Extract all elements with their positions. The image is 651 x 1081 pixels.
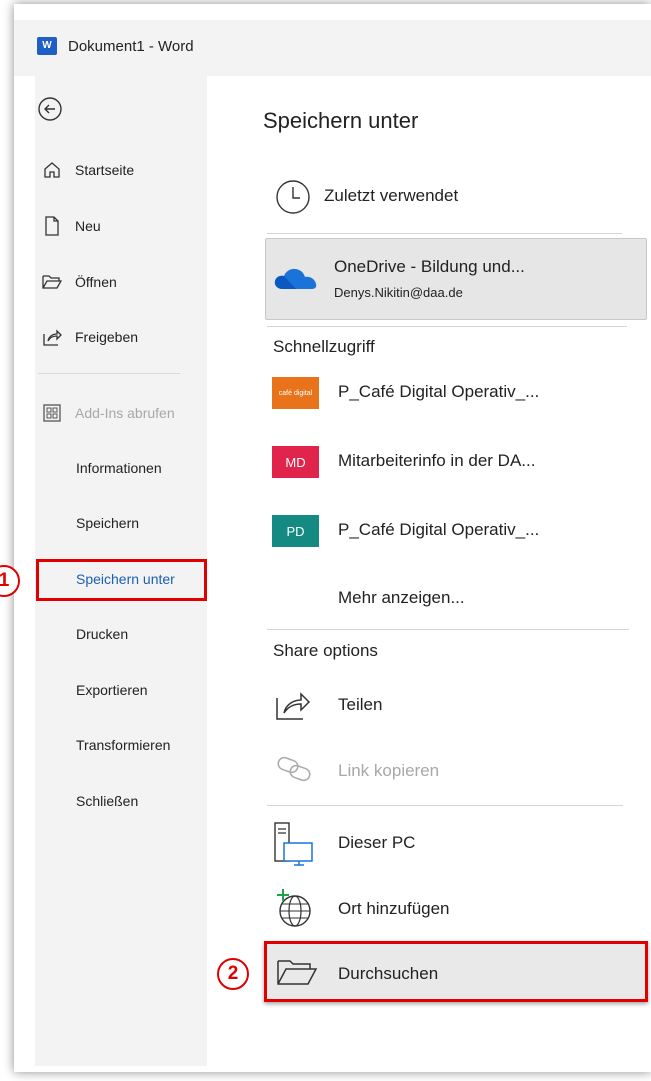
onedrive-location-button[interactable] xyxy=(265,238,647,320)
sidebar-item-oeffnen[interactable]: Öffnen xyxy=(42,272,117,292)
add-place-button[interactable]: Ort hinzufügen xyxy=(338,899,450,919)
sidebar-item-transformieren[interactable]: Transformieren xyxy=(76,737,170,753)
md-tile-icon: MD xyxy=(272,446,319,478)
sidebar-item-freigeben[interactable]: Freigeben xyxy=(42,327,138,347)
sidebar-item-startseite[interactable]: Startseite xyxy=(42,160,134,180)
open-folder-icon xyxy=(42,272,62,292)
browse-label: Durchsuchen xyxy=(338,964,439,983)
onedrive-account: Denys.Nikitin@daa.de xyxy=(334,285,463,300)
link-icon xyxy=(275,754,313,784)
pd-tile-icon: PD xyxy=(272,515,319,547)
this-pc-icon xyxy=(271,821,317,867)
sidebar-divider xyxy=(38,373,180,374)
sidebar-item-neu[interactable]: Neu xyxy=(42,216,101,236)
browse-folder-icon xyxy=(275,957,319,987)
section-heading-share-options: Share options xyxy=(273,641,378,660)
this-pc-button[interactable]: Dieser PC xyxy=(338,833,415,853)
word-app-icon: W xyxy=(37,37,57,55)
add-ins-icon xyxy=(42,403,62,423)
add-place-globe-icon xyxy=(272,886,316,930)
sidebar-item-label: Startseite xyxy=(75,162,135,178)
share-button[interactable]: Teilen xyxy=(338,695,382,715)
sidebar-item-exportieren[interactable]: Exportieren xyxy=(76,682,148,698)
cafe-digital-tile-icon: café digital xyxy=(272,377,319,409)
browse-button[interactable] xyxy=(264,941,648,1002)
annotation-badge-2: 2 xyxy=(217,958,249,990)
divider xyxy=(267,805,623,806)
page-title: Speichern unter xyxy=(263,108,419,133)
copy-link-button: Link kopieren xyxy=(338,761,440,780)
clock-icon xyxy=(273,177,313,217)
home-icon xyxy=(42,160,62,180)
onedrive-cloud-icon xyxy=(272,262,320,292)
share-icon xyxy=(42,327,62,347)
sidebar-item-informationen[interactable]: Informationen xyxy=(76,460,162,476)
divider xyxy=(267,233,622,234)
quick-access-item[interactable]: P_Café Digital Operativ_... xyxy=(338,520,539,540)
new-document-icon xyxy=(42,216,62,236)
sidebar-item-add-ins: Add-Ins abrufen xyxy=(42,403,175,423)
divider xyxy=(267,326,627,327)
quick-access-item[interactable]: Mitarbeiterinfo in der DA... xyxy=(338,451,535,471)
sidebar-item-label: Öffnen xyxy=(75,274,117,290)
divider xyxy=(267,629,629,630)
show-more-link[interactable]: Mehr anzeigen... xyxy=(338,588,465,608)
share-arrow-icon xyxy=(272,687,314,723)
sidebar-item-schliessen[interactable]: Schließen xyxy=(76,793,138,809)
sidebar-item-speichern[interactable]: Speichern xyxy=(76,515,139,531)
sidebar-item-label: Add-Ins abrufen xyxy=(75,405,175,421)
window-title: Dokument1 - Word xyxy=(68,38,194,55)
onedrive-label: OneDrive - Bildung und... xyxy=(334,257,525,276)
sidebar-item-drucken[interactable]: Drucken xyxy=(76,626,128,642)
sidebar-item-label: Freigeben xyxy=(75,329,139,345)
sidebar-item-label: Neu xyxy=(75,218,101,234)
highlight-box-speichern-unter xyxy=(36,559,207,601)
recent-locations-button[interactable]: Zuletzt verwendet xyxy=(324,186,458,206)
quick-access-item[interactable]: P_Café Digital Operativ_... xyxy=(338,382,539,402)
section-heading-schnellzugriff: Schnellzugriff xyxy=(273,337,375,356)
back-arrow-icon[interactable] xyxy=(37,96,63,122)
